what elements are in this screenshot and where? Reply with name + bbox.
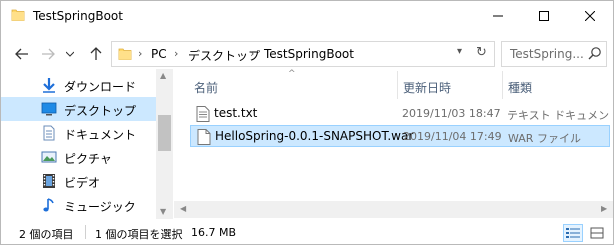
file-type: WAR ファイル — [508, 132, 581, 145]
recent-locations-button[interactable] — [63, 43, 77, 65]
file-name: test.txt — [214, 106, 258, 120]
pictures-icon — [41, 151, 57, 163]
file-list: ^ 名前 更新日時 種類 test.txt 2019/11/03 18:47 テ… — [174, 69, 613, 219]
nav-item-downloads[interactable]: ダウンロード — [1, 73, 156, 97]
scroll-up-icon[interactable]: ▲ — [160, 71, 166, 80]
navigation-pane: ダウンロード デスクトップ ドキュメント ピクチャ ビデオ ミュージック ▲ ▼ — [1, 69, 173, 219]
breadcrumb-current-folder[interactable]: TestSpringBoot — [264, 47, 354, 61]
large-icons-view-button[interactable] — [587, 224, 607, 242]
scroll-right-icon[interactable]: ▶ — [601, 204, 607, 213]
download-icon — [43, 78, 55, 93]
chevron-down-icon — [66, 51, 74, 57]
minimize-icon — [493, 15, 503, 17]
file-list-horizontal-scrollbar[interactable]: ◀ ▶ — [174, 201, 613, 218]
scroll-down-icon[interactable]: ▼ — [160, 207, 166, 216]
nav-item-label: ピクチャ — [64, 152, 112, 166]
close-button[interactable] — [567, 1, 613, 31]
window-title: TestSpringBoot — [33, 9, 123, 23]
refresh-icon[interactable]: ↻ — [476, 45, 487, 60]
text-file-icon — [196, 106, 210, 122]
details-view-button[interactable] — [563, 224, 583, 242]
column-header-name[interactable]: 名前 — [194, 79, 218, 96]
file-icon — [197, 129, 211, 145]
status-bar: 2 個の項目 1 個の項目を選択 16.7 MB — [1, 221, 613, 244]
search-icon[interactable] — [588, 46, 602, 60]
large-icons-view-icon — [590, 227, 604, 239]
search-box[interactable]: TestSpring... — [501, 41, 607, 67]
arrow-right-icon — [42, 48, 55, 60]
forward-button[interactable] — [37, 43, 59, 65]
back-button[interactable] — [11, 43, 33, 65]
folder-icon — [11, 9, 25, 21]
search-placeholder[interactable]: TestSpring... — [510, 47, 584, 61]
nav-item-music[interactable]: ミュージック — [1, 193, 156, 217]
music-icon — [43, 198, 54, 212]
file-date: 2019/11/04 17:49 — [403, 130, 502, 143]
status-item-count: 2 個の項目 — [19, 228, 74, 241]
documents-icon — [43, 125, 55, 141]
file-name: HelloSpring-0.0.1-SNAPSHOT.war — [215, 129, 414, 143]
scroll-thumb[interactable] — [158, 115, 171, 151]
column-divider[interactable] — [397, 71, 398, 99]
maximize-icon — [539, 11, 549, 21]
arrow-up-icon — [90, 47, 102, 60]
breadcrumb-separator-icon[interactable]: › — [250, 47, 254, 60]
details-view-icon — [566, 228, 580, 238]
nav-item-label: ドキュメント — [64, 128, 137, 142]
address-dropdown-icon[interactable]: ▾ — [457, 46, 462, 57]
nav-item-pictures[interactable]: ピクチャ — [1, 145, 156, 169]
file-row[interactable]: HelloSpring-0.0.1-SNAPSHOT.war 2019/11/0… — [190, 125, 610, 147]
close-icon — [585, 11, 595, 21]
file-row[interactable]: test.txt 2019/11/03 18:47 テキスト ドキュメント — [190, 103, 610, 138]
nav-item-documents[interactable]: ドキュメント — [1, 121, 156, 145]
scroll-left-icon[interactable]: ◀ — [180, 204, 186, 213]
address-bar[interactable]: › PC › デスクトップ › TestSpringBoot ▾ ↻ — [111, 41, 495, 67]
breadcrumb-separator-icon[interactable]: › — [174, 47, 178, 60]
file-date: 2019/11/03 18:47 — [402, 107, 501, 120]
navigation-bar: › PC › デスクトップ › TestSpringBoot ▾ ↻ TestS… — [1, 38, 613, 68]
sort-ascending-icon: ^ — [288, 69, 296, 79]
maximize-button[interactable] — [521, 1, 567, 31]
status-divider — [85, 225, 86, 239]
nav-item-label: デスクトップ — [64, 104, 137, 118]
breadcrumb-pc[interactable]: PC — [151, 47, 167, 61]
nav-item-label: ダウンロード — [64, 80, 137, 94]
up-button[interactable] — [85, 43, 107, 65]
nav-item-videos[interactable]: ビデオ — [1, 169, 156, 193]
column-header-type[interactable]: 種類 — [508, 79, 532, 96]
arrow-left-icon — [15, 48, 28, 60]
nav-item-label: ミュージック — [64, 200, 136, 214]
breadcrumb-separator-icon[interactable]: › — [138, 47, 142, 60]
column-header-date[interactable]: 更新日時 — [403, 79, 451, 96]
nav-item-desktop[interactable]: デスクトップ — [1, 97, 156, 121]
status-selected-size: 16.7 MB — [191, 226, 237, 239]
nav-item-label: ビデオ — [64, 176, 101, 190]
minimize-button[interactable] — [475, 1, 521, 31]
explorer-window: TestSpringBoot › PC › デスクトップ › TestSprin… — [0, 0, 614, 245]
column-divider[interactable] — [502, 71, 503, 99]
status-selected-count: 1 個の項目を選択 — [95, 228, 183, 241]
desktop-icon — [41, 102, 57, 116]
folder-icon — [118, 48, 132, 60]
nav-pane-scrollbar[interactable]: ▲ ▼ — [156, 69, 173, 219]
videos-icon — [43, 174, 55, 188]
title-bar[interactable]: TestSpringBoot — [1, 1, 613, 31]
